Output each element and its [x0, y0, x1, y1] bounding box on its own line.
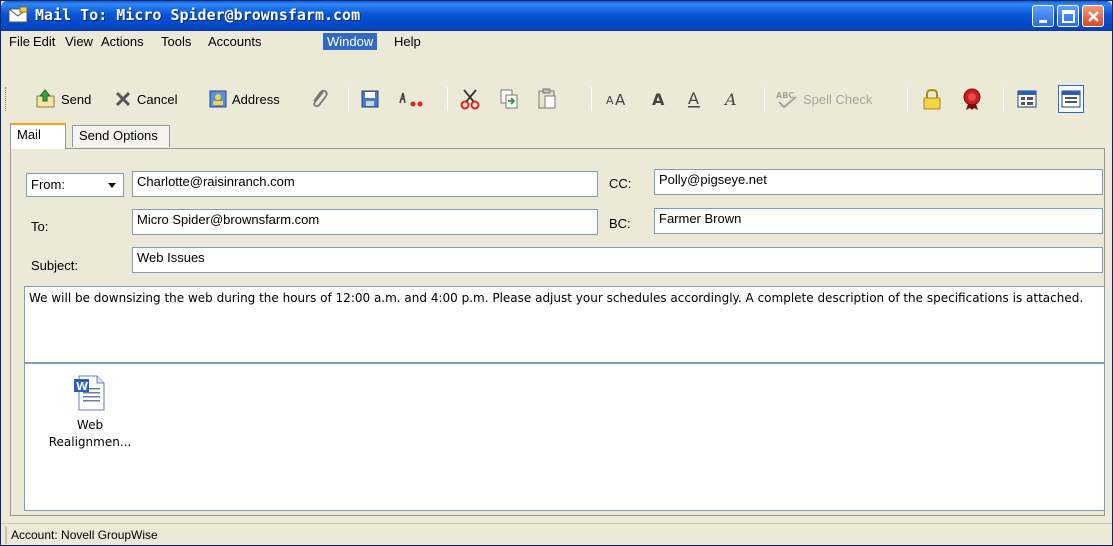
from-label: From: — [31, 177, 65, 192]
send-button[interactable]: Send — [35, 88, 91, 110]
cancel-button[interactable]: Cancel — [113, 88, 177, 110]
bc-label: BC: — [609, 216, 631, 231]
tab-mail[interactable]: Mail — [10, 123, 66, 149]
address-label: Address — [232, 91, 280, 107]
mail-form-panel: From: Charlotte@raisinranch.com To: Micr… — [10, 148, 1105, 516]
close-button[interactable] — [1082, 5, 1104, 27]
minimize-button[interactable] — [1032, 5, 1054, 27]
from-field[interactable]: Charlotte@raisinranch.com — [132, 171, 598, 197]
to-label: To: — [31, 219, 49, 234]
svg-text:A: A — [723, 90, 737, 109]
account-status: Account: Novell GroupWise — [11, 528, 158, 542]
copy-icon — [500, 89, 518, 109]
signature-button[interactable] — [397, 88, 427, 110]
encrypt-button[interactable] — [921, 88, 943, 110]
digital-sign-button[interactable] — [961, 88, 983, 110]
minimize-icon — [1039, 20, 1047, 23]
font-size-icon: A A — [606, 91, 626, 109]
message-view-icon — [1061, 90, 1081, 108]
seal-icon — [963, 88, 981, 110]
close-icon — [1088, 11, 1099, 22]
paste-icon — [538, 88, 556, 109]
send-label: Send — [61, 91, 92, 107]
paste-button[interactable] — [536, 88, 558, 110]
word-document-icon: W — [74, 375, 105, 411]
toolbar-separator — [764, 87, 765, 111]
toolbar-grip[interactable] — [5, 87, 8, 111]
status-pane — [5, 526, 1108, 544]
view-layout-button[interactable] — [1016, 88, 1038, 110]
svg-text:A: A — [606, 94, 614, 107]
attachment-area[interactable]: W Web Realignmen... — [24, 363, 1105, 511]
subject-field[interactable]: Web Issues — [132, 247, 1103, 273]
toolbar-separator — [591, 87, 592, 111]
font-button[interactable]: A A — [604, 88, 632, 110]
address-book-button[interactable]: Address — [208, 88, 280, 110]
bold-button[interactable]: A — [649, 88, 669, 110]
copy-button[interactable] — [498, 88, 520, 110]
save-icon — [361, 90, 379, 108]
bold-icon: A — [652, 90, 665, 109]
attachment-name-line2: Realignmen... — [48, 435, 132, 449]
save-draft-button[interactable] — [360, 88, 380, 110]
form-view-icon — [1017, 90, 1037, 108]
attachment-name-line1: Web — [76, 418, 104, 432]
status-bar: Account: Novell GroupWise — [1, 523, 1112, 545]
cancel-icon — [115, 91, 131, 107]
menu-actions[interactable]: Actions — [97, 33, 148, 50]
cut-button[interactable] — [459, 88, 481, 110]
menu-bar: File Edit View Actions Tools Accounts Wi… — [1, 31, 1112, 51]
from-dropdown[interactable]: From: — [26, 173, 124, 197]
svg-text:A: A — [615, 91, 626, 109]
maximize-button[interactable] — [1057, 5, 1079, 27]
chevron-down-icon — [108, 183, 116, 188]
toolbar: Send Cancel Address A A A A A ABC Spell … — [1, 52, 1112, 122]
title-bar[interactable]: Mail To: Micro Spider@brownsfarm.com — [1, 1, 1112, 31]
signature-icon — [399, 92, 423, 107]
toolbar-separator — [907, 87, 908, 111]
maximize-icon — [1062, 10, 1075, 23]
cc-label: CC: — [609, 176, 632, 191]
subject-label: Subject: — [31, 258, 78, 273]
spell-check-button[interactable]: ABC Spell Check — [775, 88, 872, 110]
attach-button[interactable] — [307, 88, 331, 110]
menu-accounts[interactable]: Accounts — [204, 33, 265, 50]
bc-field[interactable]: Farmer Brown — [654, 208, 1103, 234]
menu-edit[interactable]: Edit — [29, 33, 59, 50]
lock-icon — [923, 88, 941, 110]
toolbar-separator — [447, 87, 448, 111]
svg-text:W: W — [76, 380, 88, 393]
svg-text:ABC: ABC — [776, 91, 794, 100]
spell-check-icon: ABC — [776, 91, 797, 109]
menu-view[interactable]: View — [61, 33, 97, 50]
toolbar-separator — [1003, 87, 1004, 111]
menu-tools[interactable]: Tools — [157, 33, 195, 50]
address-book-icon — [209, 90, 227, 108]
tab-send-options[interactable]: Send Options — [72, 125, 170, 147]
scissors-icon — [460, 89, 480, 110]
view-toggle-button[interactable] — [1058, 85, 1084, 113]
spell-check-label: Spell Check — [803, 91, 873, 107]
italic-icon: A — [723, 90, 737, 109]
cc-field[interactable]: Polly@pigseye.net — [654, 169, 1103, 195]
italic-button[interactable]: A — [722, 88, 742, 110]
message-body[interactable]: We will be downsizing the web during the… — [24, 286, 1105, 363]
toolbar-separator — [348, 87, 349, 111]
svg-text:A: A — [652, 90, 665, 109]
underline-icon: A — [688, 89, 700, 108]
menu-window[interactable]: Window — [323, 33, 378, 50]
cancel-label: Cancel — [137, 91, 178, 107]
attachment-item[interactable]: W Web Realignmen... — [45, 374, 135, 451]
mail-compose-window: Mail To: Micro Spider@brownsfarm.com Fil… — [0, 0, 1113, 546]
svg-text:A: A — [688, 89, 699, 108]
paperclip-icon — [313, 89, 328, 108]
underline-button[interactable]: A — [685, 88, 705, 110]
mail-compose-icon — [8, 7, 28, 23]
window-title: Mail To: Micro Spider@brownsfarm.com — [35, 6, 361, 24]
to-field[interactable]: Micro Spider@brownsfarm.com — [132, 209, 598, 235]
menu-help[interactable]: Help — [390, 33, 425, 50]
send-icon — [36, 89, 55, 108]
